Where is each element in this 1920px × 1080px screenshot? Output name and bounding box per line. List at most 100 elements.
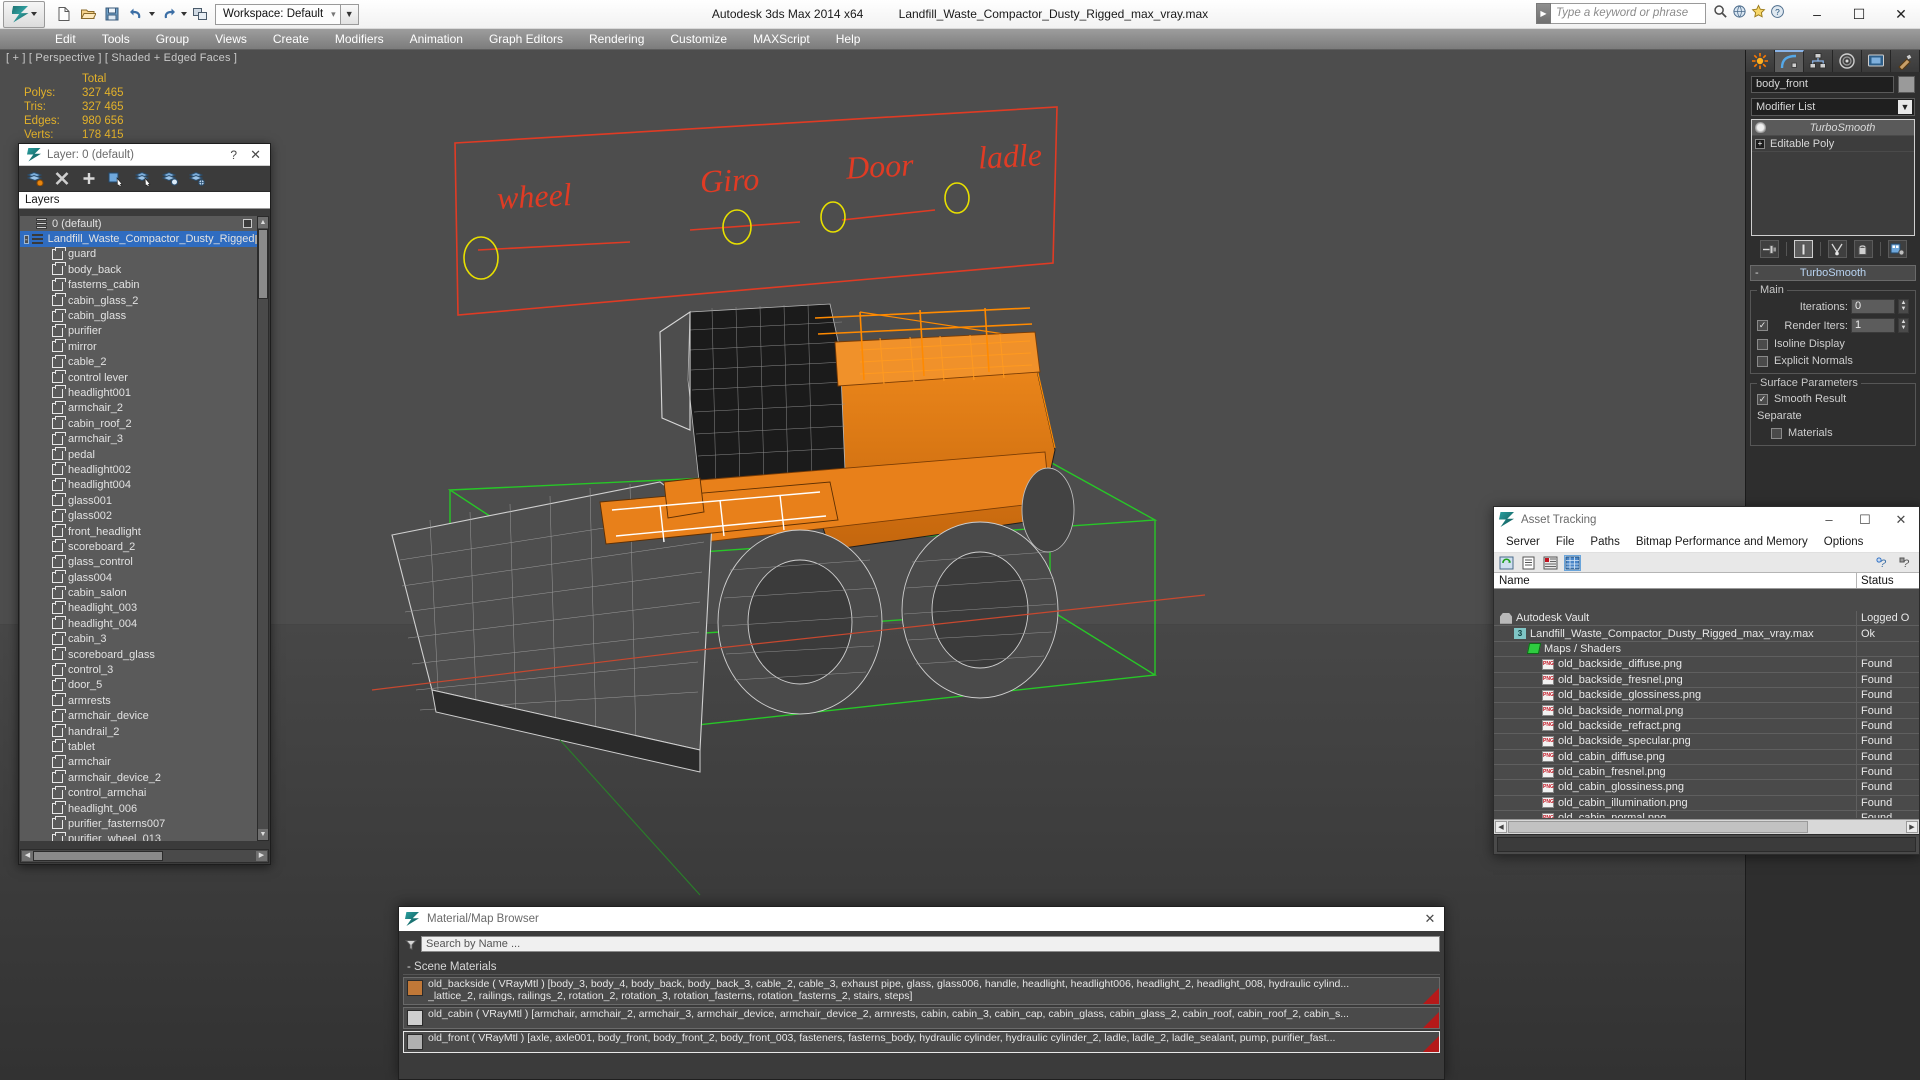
menu-item-edit[interactable]: Edit: [42, 29, 89, 50]
layer-row[interactable]: handrail_2: [20, 724, 257, 739]
menu-item-create[interactable]: Create: [260, 29, 322, 50]
menu-item-modifiers[interactable]: Modifiers: [322, 29, 397, 50]
favorites-icon[interactable]: [1751, 3, 1766, 24]
communication-center-icon[interactable]: [1732, 4, 1747, 24]
layer-row[interactable]: cable_2: [20, 354, 257, 370]
menu-item-help[interactable]: Help: [823, 29, 874, 50]
layer-row[interactable]: armchair_device_2: [20, 770, 257, 785]
open-file-button[interactable]: [77, 3, 99, 25]
asset-row[interactable]: old_backside_fresnel.png Found: [1494, 672, 1919, 688]
scene-materials-section-header[interactable]: - Scene Materials: [403, 960, 1440, 975]
asset-row[interactable]: old_backside_normal.png Found: [1494, 703, 1919, 719]
grid-view-icon[interactable]: [1564, 554, 1581, 571]
asset-row[interactable]: old_backside_specular.png Found: [1494, 734, 1919, 750]
asset-row[interactable]: old_backside_glossiness.png Found: [1494, 687, 1919, 704]
layer-row[interactable]: guard: [20, 246, 257, 262]
render-iters-checkbox[interactable]: ✓: [1757, 320, 1768, 331]
layer-row[interactable]: armchair: [20, 754, 257, 770]
highlight-selected-icon[interactable]: [161, 171, 178, 186]
hscroll-thumb[interactable]: [33, 851, 163, 861]
layer-row[interactable]: body_back: [20, 262, 257, 277]
material-swatch[interactable]: [407, 1034, 423, 1050]
save-file-button[interactable]: [101, 3, 123, 25]
column-name[interactable]: Name: [1494, 573, 1857, 588]
iterations-input[interactable]: 0: [1851, 299, 1895, 314]
layer-row[interactable]: glass002: [20, 508, 257, 523]
asset-menu-bitmap-performance-and-memory[interactable]: Bitmap Performance and Memory: [1628, 532, 1816, 553]
asset-row[interactable]: old_cabin_normal.png Found: [1494, 811, 1919, 818]
modifier-stack-item[interactable]: + Editable Poly: [1752, 136, 1914, 152]
application-menu-button[interactable]: [3, 0, 45, 28]
scroll-right-arrow-icon[interactable]: ▶: [1906, 821, 1918, 833]
modify-tab[interactable]: [1775, 50, 1804, 72]
layer-row[interactable]: headlight001: [20, 385, 257, 400]
layers-list[interactable]: 0 (default) - Landfill_Waste_Compactor_Dus…: [20, 216, 257, 841]
new-layer-icon[interactable]: [26, 171, 44, 187]
menu-item-tools[interactable]: Tools: [89, 29, 143, 50]
utilities-tab[interactable]: [1891, 50, 1920, 72]
layer-explorer-window[interactable]: Layer: 0 (default) ? ✕ Layers 0 (default…: [18, 143, 271, 865]
layer-active-checkbox[interactable]: [243, 219, 252, 229]
iterations-spinner[interactable]: ▲ ▼: [1898, 299, 1909, 314]
material-swatch[interactable]: [407, 980, 423, 996]
render-iters-spinner[interactable]: ▲ ▼: [1898, 318, 1909, 333]
add-help-icon[interactable]: ?: [1875, 555, 1892, 571]
modifier-list-dropdown[interactable]: Modifier List ▼: [1751, 98, 1915, 116]
materials-checkbox[interactable]: [1771, 427, 1782, 439]
scroll-left-arrow-icon[interactable]: ◀: [1495, 821, 1507, 833]
maximize-button[interactable]: ☐: [1847, 507, 1883, 532]
asset-row[interactable]: Autodesk Vault Logged O: [1494, 611, 1919, 627]
layer-row[interactable]: cabin_salon: [20, 585, 257, 600]
layer-row[interactable]: purifier_fasterns007: [20, 816, 257, 831]
asset-row[interactable]: old_cabin_glossiness.png Found: [1494, 780, 1919, 796]
asset-hscroll-thumb[interactable]: [1508, 821, 1808, 833]
object-name-field[interactable]: body_front: [1751, 76, 1894, 93]
layer-row[interactable]: cabin_3: [20, 631, 257, 647]
make-unique-icon[interactable]: [1827, 240, 1847, 258]
layer-row[interactable]: headlight_003: [20, 600, 257, 616]
menu-item-graph-editors[interactable]: Graph Editors: [476, 29, 576, 50]
expand-collapse-icon[interactable]: -: [24, 234, 29, 244]
layer-row[interactable]: mirror: [20, 339, 257, 354]
layer-row[interactable]: glass001: [20, 493, 257, 508]
workspace-dropdown-button[interactable]: ▼: [340, 3, 359, 25]
asset-row[interactable]: old_backside_diffuse.png Found: [1494, 657, 1919, 673]
details-view-icon[interactable]: [1542, 555, 1559, 571]
layer-row[interactable]: glass_control: [20, 554, 257, 570]
smooth-result-checkbox[interactable]: ✓: [1757, 393, 1768, 405]
explicit-normals-checkbox[interactable]: [1757, 355, 1768, 367]
bulb-icon[interactable]: [1755, 122, 1766, 133]
asset-row[interactable]: old_cabin_illumination.png Found: [1494, 795, 1919, 812]
smooth-result-row[interactable]: ✓ Smooth Result: [1757, 393, 1909, 405]
isoline-display-row[interactable]: Isoline Display: [1757, 338, 1909, 350]
isoline-display-checkbox[interactable]: [1757, 338, 1768, 350]
motion-tab[interactable]: [1833, 50, 1862, 72]
layer-row[interactable]: purifier_wheel_013: [20, 831, 257, 841]
modifier-stack[interactable]: TurboSmooth + Editable Poly: [1751, 119, 1915, 236]
layer-row[interactable]: control lever: [20, 370, 257, 385]
chevron-down-icon[interactable]: ▼: [1898, 100, 1912, 114]
asset-menu-server[interactable]: Server: [1498, 532, 1548, 553]
layer-row[interactable]: scoreboard_2: [20, 539, 257, 554]
new-file-button[interactable]: [53, 3, 75, 25]
configure-sets-icon[interactable]: [1887, 240, 1907, 258]
maximize-button[interactable]: ☐: [1846, 3, 1872, 25]
workspace-selector[interactable]: Workspace: Default ▾: [215, 3, 341, 25]
layer-row[interactable]: door_5: [20, 677, 257, 693]
scroll-left-arrow-icon[interactable]: ◀: [22, 851, 33, 861]
asset-menu-options[interactable]: Options: [1816, 532, 1872, 553]
layers-vertical-scrollbar[interactable]: ▲ ▼: [257, 216, 269, 841]
asset-tracking-window[interactable]: Asset Tracking – ☐ ✕ Server File Paths Bitm…: [1493, 506, 1920, 855]
help-icon[interactable]: ?: [1898, 555, 1915, 571]
materials-row[interactable]: Materials: [1757, 427, 1909, 439]
scroll-right-arrow-icon[interactable]: ▶: [256, 851, 267, 861]
layers-horizontal-scrollbar[interactable]: ◀ ▶: [20, 849, 269, 863]
hierarchy-tab[interactable]: [1804, 50, 1833, 72]
menu-item-views[interactable]: Views: [202, 29, 260, 50]
layer-row[interactable]: armchair_3: [20, 431, 257, 446]
asset-row[interactable]: old_backside_refract.png Found: [1494, 718, 1919, 735]
show-end-result-icon[interactable]: [1793, 240, 1813, 258]
list-view-icon[interactable]: [1520, 555, 1537, 571]
select-highlighted-icon[interactable]: [134, 171, 151, 188]
help-icon[interactable]: ?: [1770, 4, 1785, 24]
